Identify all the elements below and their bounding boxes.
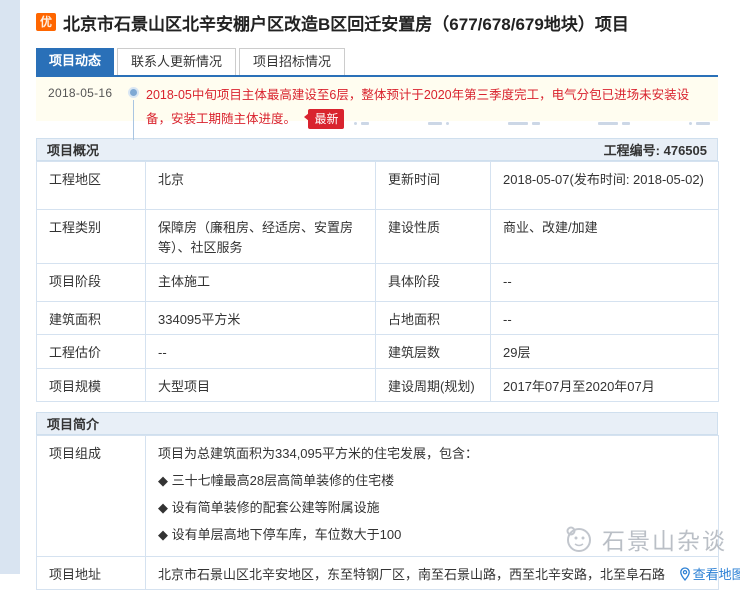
cell-value: 北京 — [146, 162, 376, 210]
cell-label: 建筑面积 — [37, 302, 146, 335]
intro-header: 项目简介 — [36, 412, 718, 435]
timeline — [124, 86, 146, 121]
cell-value: 商业、改建/加建 — [491, 210, 719, 264]
tab-project-bidding[interactable]: 项目招标情况 — [239, 48, 345, 75]
project-overview-section: 项目概况 工程编号: 476505 工程地区 北京 更新时间 2018-05-0… — [36, 138, 718, 402]
cell-label: 工程地区 — [37, 162, 146, 210]
cell-label: 项目组成 — [37, 436, 146, 557]
tab-contact-updates[interactable]: 联系人更新情况 — [117, 48, 236, 75]
cell-label: 项目阶段 — [37, 264, 146, 302]
composition-line: ◆ 设有简单装修的配套公建等附属设施 — [158, 498, 706, 518]
view-map-link[interactable]: 查看地图 — [679, 567, 740, 582]
news-date: 2018-05-16 — [48, 86, 124, 121]
project-number-label: 工程编号: — [604, 143, 660, 158]
cell-value: -- — [146, 335, 376, 369]
cell-label: 项目地址 — [37, 557, 146, 590]
cell-label: 更新时间 — [376, 162, 491, 210]
tab-bar: 项目动态 联系人更新情况 项目招标情况 — [36, 48, 718, 77]
cell-value: -- — [491, 264, 719, 302]
table-row: 工程估价 -- 建筑层数 29层 — [37, 335, 719, 369]
timeline-dot-icon — [130, 89, 137, 96]
table-row: 项目组成 项目为总建筑面积为334,095平方米的住宅发展，包含： ◆ 三十七幢… — [37, 436, 719, 557]
cell-label: 建筑层数 — [376, 335, 491, 369]
table-row: 项目地址 北京市石景山区北辛安地区，东至特钢厂区，南至石景山路，西至北辛安路，北… — [37, 557, 719, 590]
page-title: 北京市石景山区北辛安棚户区改造B区回迁安置房（677/678/679地块）项目 — [63, 10, 629, 35]
address-text: 北京市石景山区北辛安地区，东至特钢厂区，南至石景山路，西至北辛安路，北至阜石路 — [158, 567, 665, 582]
intro-table: 项目组成 项目为总建筑面积为334,095平方米的住宅发展，包含： ◆ 三十七幢… — [36, 435, 719, 590]
cell-value: 29层 — [491, 335, 719, 369]
address-cell: 北京市石景山区北辛安地区，东至特钢厂区，南至石景山路，西至北辛安路，北至阜石路 … — [146, 557, 719, 590]
composition-line: ◆ 设有单层高地下停车库，车位数大于100 — [158, 525, 706, 545]
news-panel: 2018-05-16 2018-05中旬项目主体最高建设至6层，整体预计于202… — [36, 77, 718, 121]
cell-label: 项目规模 — [37, 369, 146, 402]
intro-title: 项目简介 — [47, 414, 99, 433]
page-content: 优 北京市石景山区北辛安棚户区改造B区回迁安置房（677/678/679地块）项… — [36, 0, 718, 590]
location-pin-icon — [679, 567, 691, 581]
tab-project-updates[interactable]: 项目动态 — [36, 48, 114, 75]
table-row: 项目阶段 主体施工 具体阶段 -- — [37, 264, 719, 302]
project-intro-section: 项目简介 项目组成 项目为总建筑面积为334,095平方米的住宅发展，包含： ◆… — [36, 412, 718, 590]
blurred-toolbar-fragments — [354, 122, 710, 125]
cell-label: 占地面积 — [376, 302, 491, 335]
project-number: 工程编号: 476505 — [604, 140, 707, 159]
table-row: 工程地区 北京 更新时间 2018-05-07(发布时间: 2018-05-02… — [37, 162, 719, 210]
cell-label: 建设性质 — [376, 210, 491, 264]
table-row: 项目规模 大型项目 建设周期(规划) 2017年07月至2020年07月 — [37, 369, 719, 402]
quality-badge: 优 — [36, 13, 56, 31]
cell-value: 大型项目 — [146, 369, 376, 402]
cell-value: -- — [491, 302, 719, 335]
overview-table: 工程地区 北京 更新时间 2018-05-07(发布时间: 2018-05-02… — [36, 161, 719, 402]
table-row: 工程类别 保障房（廉租房、经适房、安置房等）、社区服务 建设性质 商业、改建/加… — [37, 210, 719, 264]
overview-header: 项目概况 工程编号: 476505 — [36, 138, 718, 161]
cell-value: 2017年07月至2020年07月 — [491, 369, 719, 402]
view-map-label: 查看地图 — [693, 567, 740, 582]
overview-title: 项目概况 — [47, 140, 99, 159]
composition-line: 项目为总建筑面积为334,095平方米的住宅发展，包含： — [158, 444, 706, 464]
cell-value: 主体施工 — [146, 264, 376, 302]
cell-label: 具体阶段 — [376, 264, 491, 302]
table-row: 建筑面积 334095平方米 占地面积 -- — [37, 302, 719, 335]
composition-cell: 项目为总建筑面积为334,095平方米的住宅发展，包含： ◆ 三十七幢最高28层… — [146, 436, 719, 557]
cell-value: 2018-05-07(发布时间: 2018-05-02) — [491, 162, 719, 210]
left-margin-strip — [0, 0, 20, 574]
cell-label: 建设周期(规划) — [376, 369, 491, 402]
news-body: 2018-05中旬项目主体最高建设至6层，整体预计于2020年第三季度完工，电气… — [146, 86, 706, 121]
cell-value: 保障房（廉租房、经适房、安置房等）、社区服务 — [146, 210, 376, 264]
page-header: 优 北京市石景山区北辛安棚户区改造B区回迁安置房（677/678/679地块）项… — [36, 10, 718, 34]
composition-line: ◆ 三十七幢最高28层高简单装修的住宅楼 — [158, 471, 706, 491]
cell-label: 工程估价 — [37, 335, 146, 369]
gap-strip — [36, 121, 718, 138]
cell-value: 334095平方米 — [146, 302, 376, 335]
project-number-value: 476505 — [664, 143, 707, 158]
cell-label: 工程类别 — [37, 210, 146, 264]
